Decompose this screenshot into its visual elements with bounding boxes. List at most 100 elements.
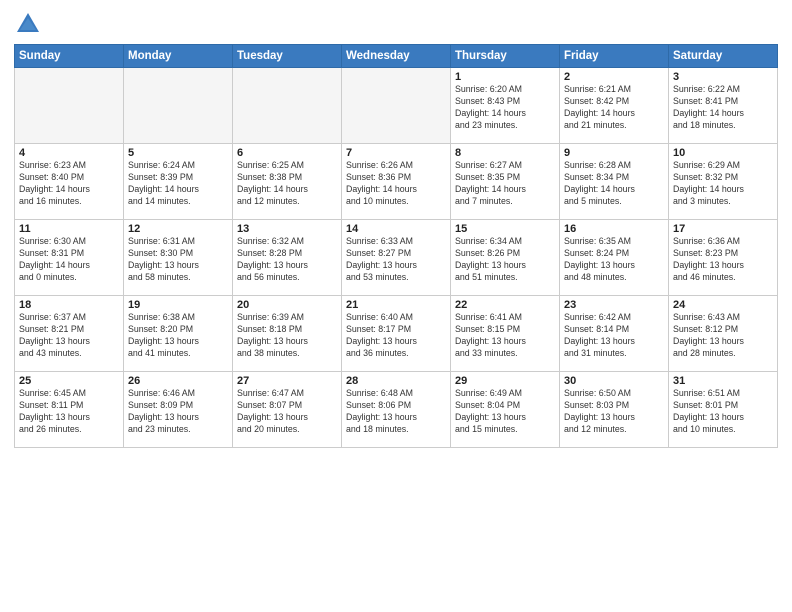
calendar-cell: 2Sunrise: 6:21 AM Sunset: 8:42 PM Daylig…: [560, 68, 669, 144]
day-number: 30: [564, 375, 664, 387]
calendar-cell: 10Sunrise: 6:29 AM Sunset: 8:32 PM Dayli…: [669, 144, 778, 220]
cell-text: Sunrise: 6:32 AM Sunset: 8:28 PM Dayligh…: [237, 236, 337, 284]
header: [14, 10, 778, 38]
calendar-week-3: 11Sunrise: 6:30 AM Sunset: 8:31 PM Dayli…: [15, 220, 778, 296]
day-number: 14: [346, 223, 446, 235]
cell-text: Sunrise: 6:49 AM Sunset: 8:04 PM Dayligh…: [455, 388, 555, 436]
calendar-cell: 26Sunrise: 6:46 AM Sunset: 8:09 PM Dayli…: [124, 372, 233, 448]
calendar-cell: 28Sunrise: 6:48 AM Sunset: 8:06 PM Dayli…: [342, 372, 451, 448]
cell-text: Sunrise: 6:29 AM Sunset: 8:32 PM Dayligh…: [673, 160, 773, 208]
cell-text: Sunrise: 6:22 AM Sunset: 8:41 PM Dayligh…: [673, 84, 773, 132]
calendar-week-4: 18Sunrise: 6:37 AM Sunset: 8:21 PM Dayli…: [15, 296, 778, 372]
calendar-cell: 24Sunrise: 6:43 AM Sunset: 8:12 PM Dayli…: [669, 296, 778, 372]
calendar-cell: 22Sunrise: 6:41 AM Sunset: 8:15 PM Dayli…: [451, 296, 560, 372]
calendar-header-monday: Monday: [124, 45, 233, 68]
day-number: 23: [564, 299, 664, 311]
day-number: 18: [19, 299, 119, 311]
day-number: 11: [19, 223, 119, 235]
calendar-cell: 16Sunrise: 6:35 AM Sunset: 8:24 PM Dayli…: [560, 220, 669, 296]
day-number: 5: [128, 147, 228, 159]
day-number: 8: [455, 147, 555, 159]
cell-text: Sunrise: 6:33 AM Sunset: 8:27 PM Dayligh…: [346, 236, 446, 284]
cell-text: Sunrise: 6:50 AM Sunset: 8:03 PM Dayligh…: [564, 388, 664, 436]
calendar-cell: 30Sunrise: 6:50 AM Sunset: 8:03 PM Dayli…: [560, 372, 669, 448]
calendar-cell: 7Sunrise: 6:26 AM Sunset: 8:36 PM Daylig…: [342, 144, 451, 220]
calendar-header-thursday: Thursday: [451, 45, 560, 68]
cell-text: Sunrise: 6:24 AM Sunset: 8:39 PM Dayligh…: [128, 160, 228, 208]
day-number: 19: [128, 299, 228, 311]
day-number: 3: [673, 71, 773, 83]
cell-text: Sunrise: 6:21 AM Sunset: 8:42 PM Dayligh…: [564, 84, 664, 132]
cell-text: Sunrise: 6:31 AM Sunset: 8:30 PM Dayligh…: [128, 236, 228, 284]
cell-text: Sunrise: 6:37 AM Sunset: 8:21 PM Dayligh…: [19, 312, 119, 360]
calendar-header-saturday: Saturday: [669, 45, 778, 68]
day-number: 12: [128, 223, 228, 235]
cell-text: Sunrise: 6:27 AM Sunset: 8:35 PM Dayligh…: [455, 160, 555, 208]
cell-text: Sunrise: 6:23 AM Sunset: 8:40 PM Dayligh…: [19, 160, 119, 208]
logo: [14, 10, 46, 38]
calendar-cell: 20Sunrise: 6:39 AM Sunset: 8:18 PM Dayli…: [233, 296, 342, 372]
calendar-cell: 31Sunrise: 6:51 AM Sunset: 8:01 PM Dayli…: [669, 372, 778, 448]
calendar-cell: 23Sunrise: 6:42 AM Sunset: 8:14 PM Dayli…: [560, 296, 669, 372]
calendar-header-row: SundayMondayTuesdayWednesdayThursdayFrid…: [15, 45, 778, 68]
day-number: 20: [237, 299, 337, 311]
calendar-cell: 1Sunrise: 6:20 AM Sunset: 8:43 PM Daylig…: [451, 68, 560, 144]
day-number: 25: [19, 375, 119, 387]
day-number: 21: [346, 299, 446, 311]
calendar-header-tuesday: Tuesday: [233, 45, 342, 68]
cell-text: Sunrise: 6:39 AM Sunset: 8:18 PM Dayligh…: [237, 312, 337, 360]
day-number: 13: [237, 223, 337, 235]
day-number: 10: [673, 147, 773, 159]
calendar-cell: 29Sunrise: 6:49 AM Sunset: 8:04 PM Dayli…: [451, 372, 560, 448]
cell-text: Sunrise: 6:36 AM Sunset: 8:23 PM Dayligh…: [673, 236, 773, 284]
day-number: 29: [455, 375, 555, 387]
day-number: 4: [19, 147, 119, 159]
day-number: 9: [564, 147, 664, 159]
cell-text: Sunrise: 6:34 AM Sunset: 8:26 PM Dayligh…: [455, 236, 555, 284]
calendar-cell: [342, 68, 451, 144]
day-number: 16: [564, 223, 664, 235]
day-number: 2: [564, 71, 664, 83]
calendar-cell: 18Sunrise: 6:37 AM Sunset: 8:21 PM Dayli…: [15, 296, 124, 372]
cell-text: Sunrise: 6:43 AM Sunset: 8:12 PM Dayligh…: [673, 312, 773, 360]
calendar-cell: 12Sunrise: 6:31 AM Sunset: 8:30 PM Dayli…: [124, 220, 233, 296]
cell-text: Sunrise: 6:42 AM Sunset: 8:14 PM Dayligh…: [564, 312, 664, 360]
cell-text: Sunrise: 6:25 AM Sunset: 8:38 PM Dayligh…: [237, 160, 337, 208]
calendar-week-1: 1Sunrise: 6:20 AM Sunset: 8:43 PM Daylig…: [15, 68, 778, 144]
calendar-cell: [124, 68, 233, 144]
calendar-week-5: 25Sunrise: 6:45 AM Sunset: 8:11 PM Dayli…: [15, 372, 778, 448]
page: SundayMondayTuesdayWednesdayThursdayFrid…: [0, 0, 792, 612]
calendar-week-2: 4Sunrise: 6:23 AM Sunset: 8:40 PM Daylig…: [15, 144, 778, 220]
day-number: 28: [346, 375, 446, 387]
calendar-header-friday: Friday: [560, 45, 669, 68]
cell-text: Sunrise: 6:48 AM Sunset: 8:06 PM Dayligh…: [346, 388, 446, 436]
calendar-cell: 27Sunrise: 6:47 AM Sunset: 8:07 PM Dayli…: [233, 372, 342, 448]
calendar-cell: 11Sunrise: 6:30 AM Sunset: 8:31 PM Dayli…: [15, 220, 124, 296]
day-number: 26: [128, 375, 228, 387]
cell-text: Sunrise: 6:30 AM Sunset: 8:31 PM Dayligh…: [19, 236, 119, 284]
day-number: 1: [455, 71, 555, 83]
cell-text: Sunrise: 6:35 AM Sunset: 8:24 PM Dayligh…: [564, 236, 664, 284]
cell-text: Sunrise: 6:20 AM Sunset: 8:43 PM Dayligh…: [455, 84, 555, 132]
calendar-cell: 13Sunrise: 6:32 AM Sunset: 8:28 PM Dayli…: [233, 220, 342, 296]
day-number: 7: [346, 147, 446, 159]
calendar-cell: 3Sunrise: 6:22 AM Sunset: 8:41 PM Daylig…: [669, 68, 778, 144]
day-number: 17: [673, 223, 773, 235]
calendar-header-wednesday: Wednesday: [342, 45, 451, 68]
calendar-cell: 9Sunrise: 6:28 AM Sunset: 8:34 PM Daylig…: [560, 144, 669, 220]
day-number: 22: [455, 299, 555, 311]
day-number: 27: [237, 375, 337, 387]
day-number: 15: [455, 223, 555, 235]
cell-text: Sunrise: 6:26 AM Sunset: 8:36 PM Dayligh…: [346, 160, 446, 208]
day-number: 24: [673, 299, 773, 311]
cell-text: Sunrise: 6:46 AM Sunset: 8:09 PM Dayligh…: [128, 388, 228, 436]
calendar-cell: 8Sunrise: 6:27 AM Sunset: 8:35 PM Daylig…: [451, 144, 560, 220]
cell-text: Sunrise: 6:45 AM Sunset: 8:11 PM Dayligh…: [19, 388, 119, 436]
calendar-cell: 14Sunrise: 6:33 AM Sunset: 8:27 PM Dayli…: [342, 220, 451, 296]
cell-text: Sunrise: 6:40 AM Sunset: 8:17 PM Dayligh…: [346, 312, 446, 360]
cell-text: Sunrise: 6:51 AM Sunset: 8:01 PM Dayligh…: [673, 388, 773, 436]
calendar-cell: 21Sunrise: 6:40 AM Sunset: 8:17 PM Dayli…: [342, 296, 451, 372]
cell-text: Sunrise: 6:28 AM Sunset: 8:34 PM Dayligh…: [564, 160, 664, 208]
calendar-cell: 25Sunrise: 6:45 AM Sunset: 8:11 PM Dayli…: [15, 372, 124, 448]
calendar-header-sunday: Sunday: [15, 45, 124, 68]
